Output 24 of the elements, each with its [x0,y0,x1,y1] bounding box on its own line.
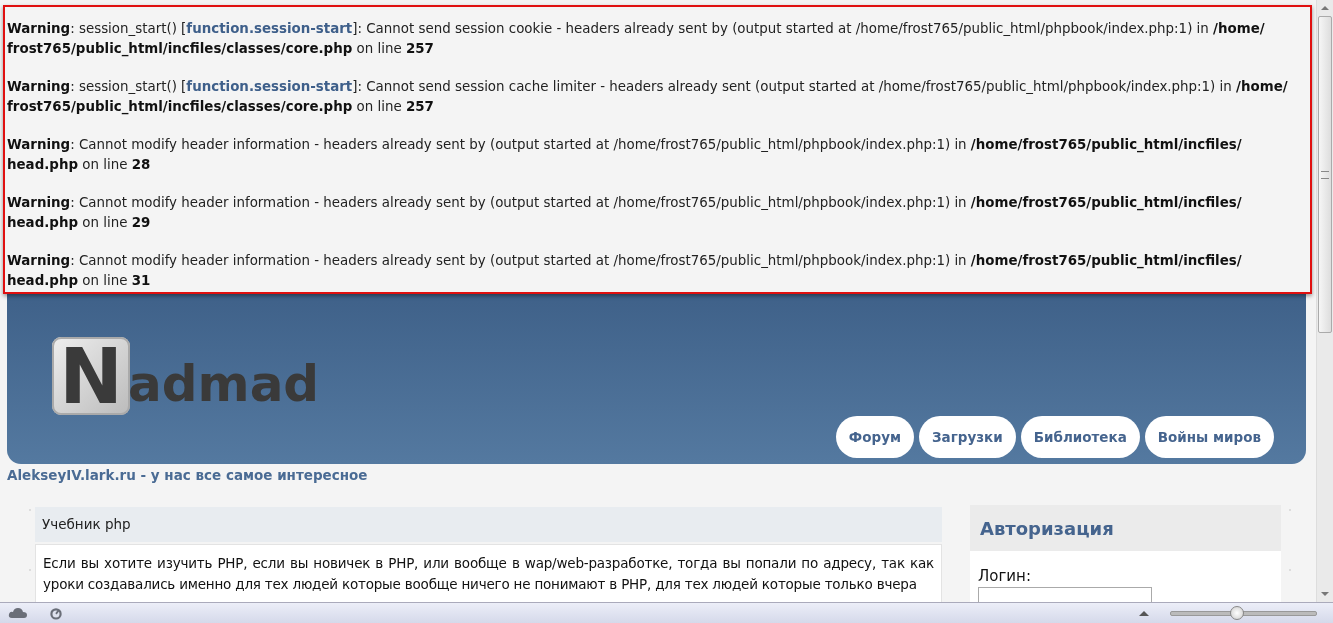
warning-message: Warning: Cannot modify header information - headers already sent by (output started at /home/frost765/public_html/phpbook/index.php:1) in /home/frost765/public_html/incfiles/ head.php on line 28 [7,136,1243,174]
warning-message: Warning: Cannot modify header information - headers already sent by (output started at /home/frost765/public_html/phpbook/index.php:1) in /home/frost765/public_html/incfiles/ head.php on line 29 [7,194,1243,232]
site-link[interactable]: AlekseyIV.lark.ru [7,467,136,483]
nav-button[interactable]: Загрузки [919,416,1016,458]
cloud-icon[interactable] [8,606,28,620]
article-title: Учебник php [42,516,131,532]
nav-button[interactable]: Форум [835,416,914,458]
manual-link[interactable]: function.session-start [186,79,353,94]
nav-button[interactable]: Войны миров [1144,416,1274,458]
scroll-thumb[interactable] [1318,16,1332,333]
article-text: Если вы хотите изучить PHP, если вы новичек в PHP, или вообще в wap/web-разработке, тогда вы попали по адресу, так как уроки создавались именно для тех людей которые вообще ничего не понимают в PHP, для тех людей которые только вчера [43,554,934,594]
scrollbar[interactable] [1316,0,1333,602]
auth-title: Авторизация [980,517,1114,539]
warning-message: Warning: Cannot modify header information - headers already sent by (output started at /home/frost765/public_html/phpbook/index.php:1) in /home/frost765/public_html/incfiles/ head.php on line 31 [7,252,1243,290]
logo-text: admad [128,359,320,409]
login-label: Логин: [978,567,1031,585]
expand-icon[interactable] [1138,609,1150,617]
tagline: AlekseyIV.lark.ru - у нас все самое интересное [7,467,369,483]
warning-message: Warning: session_start() [function.session-start]: Cannot send session cookie - headers already sent by (output started at /home/frost765/public_html/phpbook/index.php:1) in /home/ frost765/public_html/incfiles/classes/core.php on line 257 [7,20,1266,58]
warning-message: Warning: session_start() [function.session-start]: Cannot send session cache limiter - headers already sent (output started at /home/frost765/public_html/phpbook/index.php:1) in /home/ frost765/public_html/incfiles/classes/core.php on line 257 [7,78,1289,116]
logo-initial: N [52,337,130,415]
zoom-thumb[interactable] [1230,605,1245,620]
nav-button[interactable]: Библиотека [1020,416,1140,458]
manual-link[interactable]: function.session-start [186,21,353,36]
